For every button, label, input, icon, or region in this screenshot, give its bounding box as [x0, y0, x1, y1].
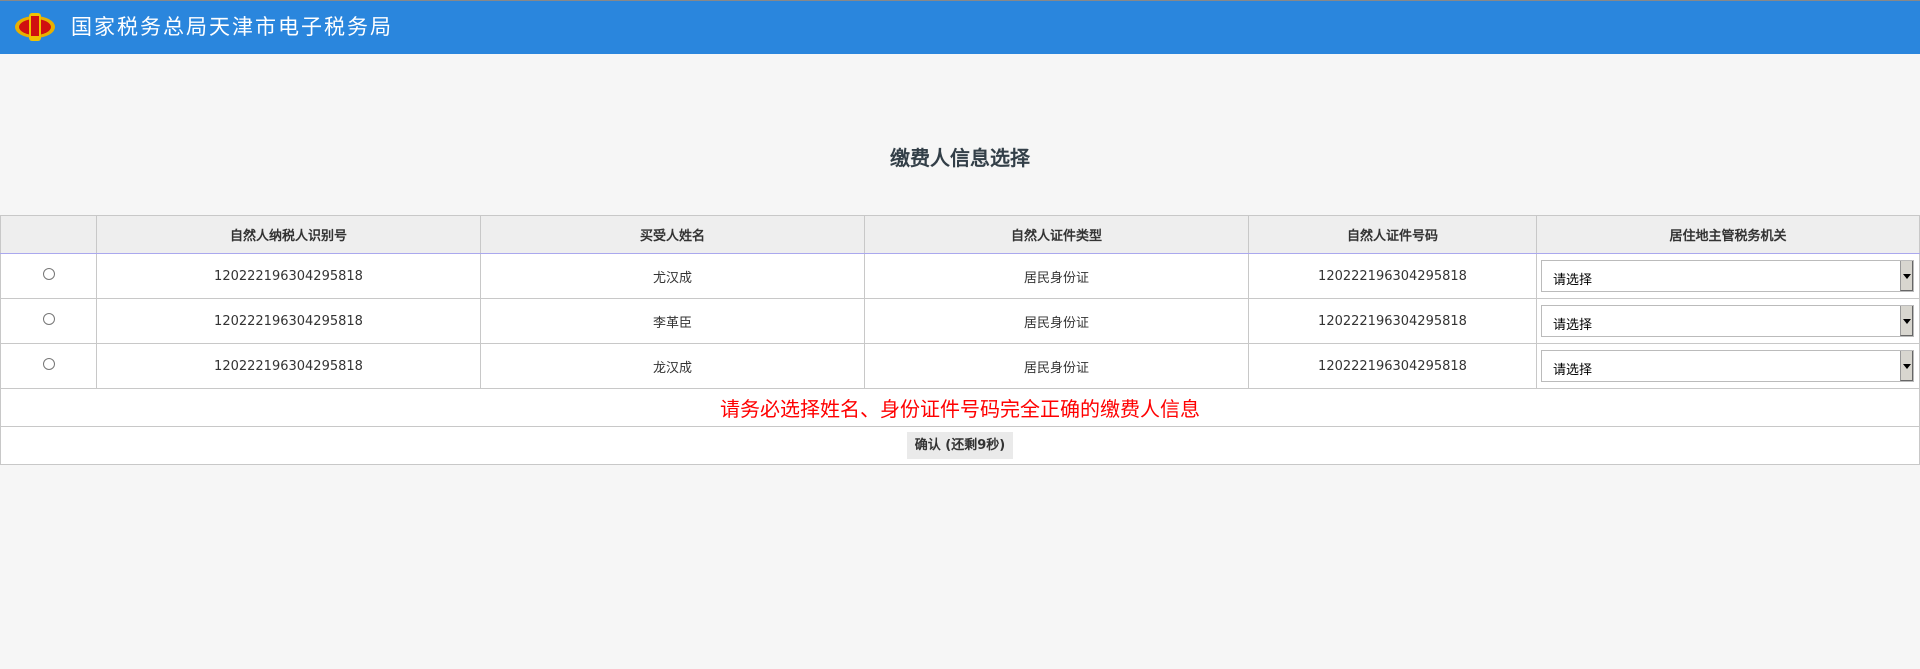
- column-header-id-type: 自然人证件类型: [864, 215, 1249, 254]
- id-number-cell: 120222196304295818: [1248, 253, 1537, 299]
- id-number-cell: 120222196304295818: [1248, 343, 1537, 389]
- column-header-tin: 自然人纳税人识别号: [96, 215, 481, 254]
- table-row: 120222196304295818 龙汉成 居民身份证 12022219630…: [0, 343, 1920, 389]
- chevron-down-icon[interactable]: [1900, 351, 1913, 381]
- column-header-id-number: 自然人证件号码: [1248, 215, 1537, 254]
- select-value: 请选择: [1553, 318, 1593, 333]
- action-row: 确认 (还剩9秒): [0, 426, 1920, 465]
- payer-table: 自然人纳税人识别号 买受人姓名 自然人证件类型 自然人证件号码 居住地主管税务机…: [0, 215, 1920, 465]
- tax-emblem-icon: [15, 13, 55, 41]
- page-title: 缴费人信息选择: [890, 146, 1030, 170]
- id-type-cell: 居民身份证: [864, 253, 1249, 299]
- authority-select[interactable]: 请选择: [1541, 305, 1914, 337]
- row-radio[interactable]: [42, 268, 55, 280]
- select-value: 请选择: [1553, 273, 1593, 288]
- id-number-cell: 120222196304295818: [1248, 298, 1537, 344]
- warning-message: 请务必选择姓名、身份证件号码完全正确的缴费人信息: [0, 388, 1920, 427]
- name-cell: 李革臣: [480, 298, 865, 344]
- table-row: 120222196304295818 尤汉成 居民身份证 12022219630…: [0, 253, 1920, 299]
- row-radio[interactable]: [42, 313, 55, 325]
- chevron-down-icon[interactable]: [1900, 261, 1913, 291]
- chevron-down-icon[interactable]: [1900, 306, 1913, 336]
- column-header-authority: 居住地主管税务机关: [1536, 215, 1920, 254]
- name-cell: 尤汉成: [480, 253, 865, 299]
- select-value: 请选择: [1553, 363, 1593, 378]
- id-type-cell: 居民身份证: [864, 298, 1249, 344]
- name-cell: 龙汉成: [480, 343, 865, 389]
- table-row: 120222196304295818 李革臣 居民身份证 12022219630…: [0, 298, 1920, 344]
- column-header-name: 买受人姓名: [480, 215, 865, 254]
- id-type-cell: 居民身份证: [864, 343, 1249, 389]
- confirm-button[interactable]: 确认 (还剩9秒): [906, 432, 1014, 459]
- top-bar: 国家税务总局天津市电子税务局: [0, 0, 1920, 54]
- tin-cell: 120222196304295818: [96, 253, 481, 299]
- tin-cell: 120222196304295818: [96, 298, 481, 344]
- row-radio[interactable]: [42, 358, 55, 370]
- site-title: 国家税务总局天津市电子税务局: [71, 15, 393, 39]
- tin-cell: 120222196304295818: [96, 343, 481, 389]
- authority-select[interactable]: 请选择: [1541, 260, 1914, 292]
- authority-select[interactable]: 请选择: [1541, 350, 1914, 382]
- table-header: 自然人纳税人识别号 买受人姓名 自然人证件类型 自然人证件号码 居住地主管税务机…: [0, 215, 1920, 254]
- warning-row: 请务必选择姓名、身份证件号码完全正确的缴费人信息: [0, 388, 1920, 427]
- column-header-select: [0, 215, 97, 254]
